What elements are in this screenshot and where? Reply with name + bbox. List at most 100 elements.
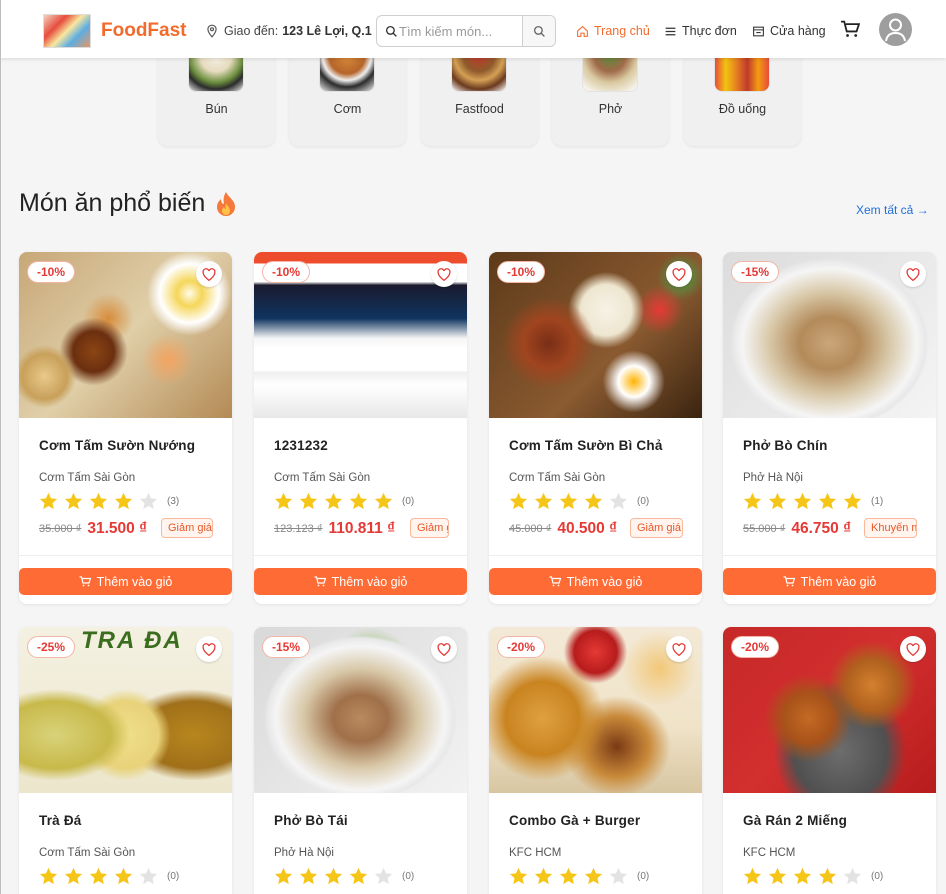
discount-badge: -10% bbox=[27, 261, 76, 283]
heart-icon bbox=[437, 642, 451, 656]
heart-icon bbox=[437, 267, 451, 281]
star-filled-icon bbox=[843, 492, 862, 510]
review-count: (0) bbox=[637, 870, 650, 882]
cart-icon bbox=[549, 576, 561, 587]
star-filled-icon bbox=[743, 492, 762, 510]
cart-icon bbox=[314, 576, 326, 587]
category-label: Cơm bbox=[333, 102, 362, 116]
location-value: 123 Lê Lợi, Q.1 bbox=[282, 24, 372, 38]
add-to-cart-button[interactable]: Thêm vào giỏ bbox=[489, 568, 702, 595]
star-filled-icon bbox=[743, 867, 762, 885]
add-to-cart-button[interactable]: Thêm vào giỏ bbox=[723, 568, 936, 595]
star-filled-icon bbox=[793, 867, 812, 885]
product-name[interactable]: Phở Bò Tái bbox=[274, 813, 348, 828]
current-price: 46.750 ₫ bbox=[791, 520, 852, 537]
category-label: Bún bbox=[205, 102, 228, 116]
brand-name[interactable]: FoodFast bbox=[101, 20, 187, 42]
current-price: 110.811 ₫ bbox=[328, 520, 396, 537]
shop-name[interactable]: Cơm Tấm Sài Gòn bbox=[39, 847, 135, 859]
favorite-button[interactable] bbox=[666, 261, 692, 287]
add-to-cart-button[interactable]: Thêm vào giỏ bbox=[19, 568, 232, 595]
promo-tag: Giảm giá m bbox=[161, 518, 213, 538]
cart-icon bbox=[841, 20, 861, 37]
star-filled-icon bbox=[114, 867, 133, 885]
cart-button[interactable] bbox=[840, 20, 861, 43]
rating-stars: (1) bbox=[743, 492, 883, 510]
search-button[interactable] bbox=[522, 16, 555, 46]
product-card[interactable]: TRA ĐA -25% Trà Đá Cơm Tấm Sài Gòn (0) bbox=[19, 627, 232, 894]
product-card[interactable]: -15% Phở Bò Chín Phở Hà Nội (1) 55.000 ₫… bbox=[723, 252, 936, 604]
star-filled-icon bbox=[509, 867, 528, 885]
user-avatar[interactable] bbox=[879, 13, 912, 46]
product-name[interactable]: 1231232 bbox=[274, 438, 328, 453]
star-filled-icon bbox=[274, 492, 293, 510]
product-name[interactable]: Phở Bò Chín bbox=[743, 438, 828, 453]
favorite-button[interactable] bbox=[196, 636, 222, 662]
favorite-button[interactable] bbox=[431, 261, 457, 287]
promo-tag: Khuyến m bbox=[864, 518, 917, 538]
favorite-button[interactable] bbox=[196, 261, 222, 287]
see-all-link[interactable]: Xem tất cả → bbox=[856, 203, 929, 217]
star-filled-icon bbox=[64, 867, 83, 885]
heart-icon bbox=[672, 642, 686, 656]
star-filled-icon bbox=[324, 867, 343, 885]
review-count: (0) bbox=[402, 495, 415, 507]
product-card[interactable]: -20% Gà Rán 2 Miếng KFC HCM (0) bbox=[723, 627, 936, 894]
favorite-button[interactable] bbox=[900, 261, 926, 287]
section-title-text: Món ăn phổ biến bbox=[19, 189, 206, 217]
nav-home[interactable]: Trang chủ bbox=[576, 24, 650, 38]
star-filled-icon bbox=[349, 492, 368, 510]
product-name[interactable]: Cơm Tấm Sườn Nướng bbox=[39, 438, 195, 453]
discount-badge: -15% bbox=[731, 261, 780, 283]
product-name[interactable]: Cơm Tấm Sườn Bì Chả bbox=[509, 438, 663, 453]
star-filled-icon bbox=[89, 867, 108, 885]
category-label: Phở bbox=[598, 102, 623, 116]
old-price: 123.123 ₫ bbox=[274, 523, 323, 535]
product-name[interactable]: Gà Rán 2 Miếng bbox=[743, 813, 847, 828]
shop-name[interactable]: KFC HCM bbox=[743, 847, 795, 859]
favorite-button[interactable] bbox=[900, 636, 926, 662]
product-card[interactable]: -15% Phở Bò Tái Phở Hà Nội (0) bbox=[254, 627, 467, 894]
rating-stars: (0) bbox=[39, 867, 179, 885]
shop-name[interactable]: Cơm Tấm Sài Gòn bbox=[509, 472, 605, 484]
shop-name[interactable]: KFC HCM bbox=[509, 847, 561, 859]
cart-icon bbox=[783, 576, 795, 587]
favorite-button[interactable] bbox=[666, 636, 692, 662]
home-icon bbox=[577, 25, 588, 37]
star-filled-icon bbox=[584, 492, 603, 510]
store-icon bbox=[753, 26, 764, 36]
search-input[interactable] bbox=[399, 16, 517, 46]
star-filled-icon bbox=[509, 492, 528, 510]
heart-icon bbox=[672, 267, 686, 281]
shop-name[interactable]: Cơm Tấm Sài Gòn bbox=[274, 472, 370, 484]
product-card[interactable]: -10% Cơm Tấm Sườn Nướng Cơm Tấm Sài Gòn … bbox=[19, 252, 232, 604]
rating-stars: (0) bbox=[509, 867, 649, 885]
logo-image[interactable] bbox=[43, 14, 91, 48]
delivery-location[interactable]: Giao đến: 123 Lê Lợi, Q.1 bbox=[205, 24, 372, 38]
nav-store[interactable]: Cửa hàng bbox=[752, 24, 826, 38]
rating-stars: (0) bbox=[743, 867, 883, 885]
shop-name[interactable]: Phở Hà Nội bbox=[743, 472, 803, 484]
favorite-button[interactable] bbox=[431, 636, 457, 662]
product-name[interactable]: Combo Gà + Burger bbox=[509, 813, 640, 828]
heart-icon bbox=[202, 642, 216, 656]
discount-badge: -15% bbox=[262, 636, 311, 658]
shop-name[interactable]: Phở Hà Nội bbox=[274, 847, 334, 859]
shop-name[interactable]: Cơm Tấm Sài Gòn bbox=[39, 472, 135, 484]
review-count: (3) bbox=[167, 495, 180, 507]
star-filled-icon bbox=[374, 492, 393, 510]
discount-badge: -10% bbox=[262, 261, 311, 283]
add-to-cart-button[interactable]: Thêm vào giỏ bbox=[254, 568, 467, 595]
product-card[interactable]: -20% Combo Gà + Burger KFC HCM (0) bbox=[489, 627, 702, 894]
nav-menu[interactable]: Thực đơn bbox=[664, 24, 737, 38]
review-count: (0) bbox=[637, 495, 650, 507]
nav-menu-label: Thực đơn bbox=[682, 24, 737, 38]
product-name[interactable]: Trà Đá bbox=[39, 813, 81, 828]
product-card[interactable]: -10% 1231232 Cơm Tấm Sài Gòn (0) 123.123… bbox=[254, 252, 467, 604]
product-card[interactable]: -10% Cơm Tấm Sườn Bì Chả Cơm Tấm Sài Gòn… bbox=[489, 252, 702, 604]
promo-tag: Giảm g bbox=[410, 518, 449, 538]
search-box bbox=[376, 15, 556, 47]
star-filled-icon bbox=[349, 867, 368, 885]
rating-stars: (0) bbox=[509, 492, 649, 510]
old-price: 45.000 ₫ bbox=[509, 523, 552, 535]
